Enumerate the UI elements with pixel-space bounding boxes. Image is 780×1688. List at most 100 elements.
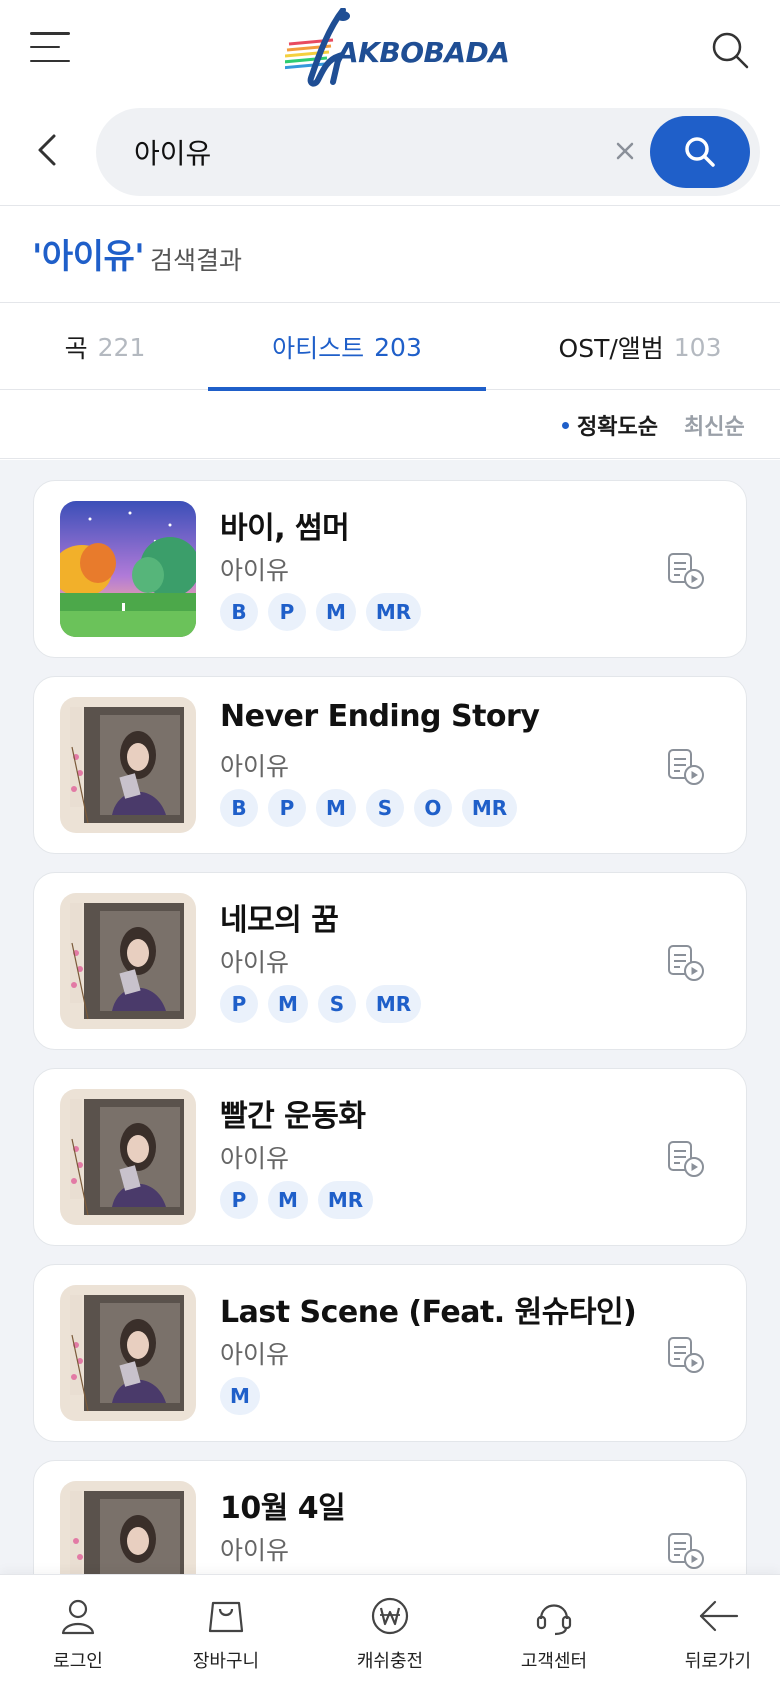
badge[interactable]: MR: [365, 593, 422, 631]
badge-list: P M S MR: [220, 985, 422, 1023]
app-header: AKBOBADA: [0, 0, 780, 98]
sheet-play-icon[interactable]: [666, 747, 706, 787]
tab-label: OST/앨범: [558, 334, 664, 363]
song-title: Last Scene (Feat. 원슈타인): [220, 1295, 637, 1330]
song-card[interactable]: Never Ending Story 아이유 B P M S O MR: [33, 676, 747, 854]
tab-ost-album[interactable]: OST/앨범 103: [530, 304, 750, 390]
results-heading: '아이유' 검색결과: [0, 207, 780, 303]
song-card[interactable]: Last Scene (Feat. 원슈타인) 아이유 M: [33, 1264, 747, 1442]
sheet-play-icon[interactable]: [666, 551, 706, 591]
badge[interactable]: MR: [461, 789, 518, 827]
tab-label: 곡: [64, 334, 88, 363]
song-title: 네모의 꿈: [220, 903, 339, 938]
song-card[interactable]: 10월 4일 아이유: [33, 1460, 747, 1574]
song-card[interactable]: 바이, 썸머 아이유 B P M MR: [33, 480, 747, 658]
tab-count: 103: [673, 332, 722, 362]
search-input[interactable]: [134, 126, 584, 178]
back-arrow-icon[interactable]: [34, 132, 64, 168]
sheet-play-icon[interactable]: [666, 1335, 706, 1375]
hamburger-menu-icon[interactable]: [30, 30, 70, 64]
shopping-bag-icon: [208, 1601, 244, 1633]
won-coin-icon: [371, 1597, 409, 1635]
badge-list: M: [220, 1377, 260, 1415]
badge-list: B P M S O MR: [220, 789, 518, 827]
search-icon[interactable]: [710, 30, 750, 70]
headset-icon: [536, 1604, 572, 1636]
album-art-flower: [60, 1481, 196, 1574]
album-art-summer: [60, 501, 196, 637]
song-title: 10월 4일: [220, 1491, 346, 1526]
tab-count: 203: [374, 332, 422, 362]
nav-cart[interactable]: 장바구니: [148, 1575, 304, 1688]
badge[interactable]: S: [317, 985, 356, 1023]
user-icon: [61, 1599, 95, 1635]
search-submit-button[interactable]: [650, 116, 750, 188]
album-art-flower: [60, 1089, 196, 1225]
song-artist: 아이유: [220, 1144, 290, 1173]
tab-songs[interactable]: 곡 221: [30, 304, 180, 390]
result-tabs: 곡 221 아티스트 203 OST/앨범 103: [0, 304, 780, 391]
tab-count: 221: [97, 332, 146, 362]
badge[interactable]: M: [220, 1377, 260, 1415]
nav-label: 고객센터: [520, 1651, 588, 1672]
nav-go-back[interactable]: 뒤로가기: [640, 1575, 780, 1688]
search-results-label: 검색결과: [150, 246, 243, 275]
song-title: 빨간 운동화: [220, 1099, 366, 1134]
akbobada-logo[interactable]: AKBOBADA: [280, 7, 510, 90]
back-arrow-icon: [699, 1600, 739, 1632]
badge[interactable]: P: [220, 985, 258, 1023]
song-artist: 아이유: [220, 1340, 290, 1369]
badge[interactable]: M: [316, 789, 356, 827]
badge-list: B P M MR: [220, 593, 422, 631]
sort-bar: 정확도순 최신순: [0, 391, 780, 459]
badge[interactable]: P: [268, 789, 306, 827]
song-card[interactable]: 네모의 꿈 아이유 P M S MR: [33, 872, 747, 1050]
sort-accuracy-button[interactable]: 정확도순: [562, 409, 658, 441]
bottom-nav: 로그인 장바구니 캐쉬충전 고객센터 뒤로가기: [0, 1574, 780, 1688]
badge[interactable]: M: [268, 1181, 308, 1219]
song-card[interactable]: 빨간 운동화 아이유 P M MR: [33, 1068, 747, 1246]
badge[interactable]: P: [220, 1181, 258, 1219]
album-art-flower: [60, 893, 196, 1029]
sort-accuracy-label: 정확도순: [577, 415, 658, 440]
tab-artists[interactable]: 아티스트 203: [208, 304, 486, 391]
search-query-label: '아이유': [32, 237, 145, 277]
badge[interactable]: MR: [317, 1181, 374, 1219]
song-artist: 아이유: [220, 752, 290, 781]
nav-customer-center[interactable]: 고객센터: [476, 1575, 632, 1688]
album-art-flower: [60, 697, 196, 833]
nav-login[interactable]: 로그인: [0, 1575, 156, 1688]
nav-label: 로그인: [53, 1651, 103, 1672]
album-art-flower: [60, 1285, 196, 1421]
nav-label: 장바구니: [192, 1651, 260, 1672]
sheet-play-icon[interactable]: [666, 943, 706, 983]
clear-icon[interactable]: [610, 136, 640, 166]
song-title: 바이, 썸머: [220, 511, 350, 546]
search-row: [0, 98, 780, 206]
tab-label: 아티스트: [272, 334, 365, 363]
song-list: 바이, 썸머 아이유 B P M MR Never Ending Story 아…: [0, 460, 780, 1574]
badge[interactable]: M: [268, 985, 308, 1023]
sheet-play-icon[interactable]: [666, 1139, 706, 1179]
song-title: Never Ending Story: [220, 699, 540, 734]
badge[interactable]: M: [316, 593, 356, 631]
badge[interactable]: P: [268, 593, 306, 631]
song-artist: 아이유: [220, 556, 290, 585]
badge[interactable]: MR: [365, 985, 422, 1023]
badge[interactable]: B: [220, 789, 258, 827]
search-icon: [685, 137, 715, 167]
selected-dot-icon: [562, 421, 569, 429]
badge[interactable]: S: [365, 789, 404, 827]
song-artist: 아이유: [220, 1536, 290, 1565]
nav-cash-charge[interactable]: 캐쉬충전: [312, 1575, 468, 1688]
song-artist: 아이유: [220, 948, 290, 977]
nav-label: 캐쉬충전: [356, 1651, 424, 1672]
badge-list: P M MR: [220, 1181, 374, 1219]
sort-latest-button[interactable]: 최신순: [684, 409, 745, 441]
badge[interactable]: B: [220, 593, 258, 631]
logo-text: AKBOBADA: [337, 36, 510, 69]
nav-label: 뒤로가기: [684, 1651, 752, 1672]
search-box: [96, 108, 760, 196]
sheet-play-icon[interactable]: [666, 1531, 706, 1571]
badge[interactable]: O: [413, 789, 452, 827]
